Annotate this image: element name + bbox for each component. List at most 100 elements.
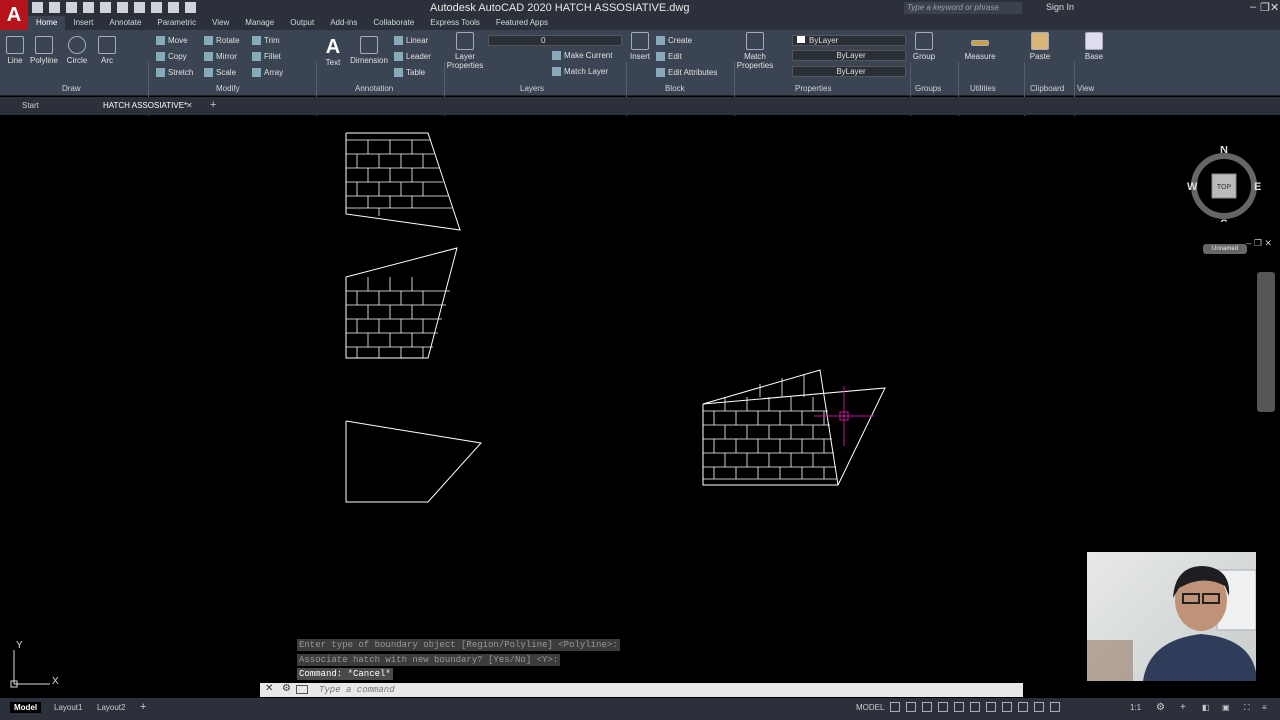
- print-icon[interactable]: [151, 2, 162, 13]
- tab-add-ins[interactable]: Add-ins: [322, 16, 365, 30]
- view-panel-title[interactable]: View: [1077, 84, 1094, 93]
- snap-icon[interactable]: [906, 702, 916, 712]
- copy-button[interactable]: Copy: [156, 52, 187, 62]
- command-input[interactable]: [316, 683, 1006, 697]
- undo-icon[interactable]: [168, 2, 179, 13]
- base-button[interactable]: Base: [1082, 32, 1106, 61]
- stretch-button[interactable]: Stretch: [156, 68, 193, 78]
- annotation-add-icon[interactable]: +: [1176, 701, 1190, 714]
- otrack-icon[interactable]: [970, 702, 980, 712]
- color-dropdown[interactable]: ByLayer: [792, 35, 906, 46]
- utilities-panel-title[interactable]: Utilities: [970, 84, 996, 93]
- rotate-button[interactable]: Rotate: [204, 36, 240, 46]
- viewcube-south[interactable]: S: [1220, 218, 1227, 222]
- ortho-icon[interactable]: [922, 702, 932, 712]
- group-button[interactable]: Group: [912, 32, 936, 61]
- create-block-button[interactable]: Create: [656, 36, 692, 46]
- new-tab-icon[interactable]: +: [210, 99, 216, 111]
- text-button[interactable]: A Text: [322, 36, 344, 67]
- close-tab-icon[interactable]: ✕: [186, 101, 193, 110]
- match-layer-button[interactable]: Match Layer: [552, 67, 608, 77]
- model-space-toggle[interactable]: MODEL: [852, 702, 888, 713]
- annotation-scale-icon[interactable]: [1034, 702, 1044, 712]
- properties-panel-title[interactable]: Properties: [795, 84, 831, 93]
- annotation-scale[interactable]: 1:1: [1126, 702, 1145, 713]
- tab-home[interactable]: Home: [28, 16, 66, 30]
- save-icon[interactable]: [66, 2, 77, 13]
- viewcube-west[interactable]: W: [1187, 181, 1198, 193]
- layer-dropdown[interactable]: 0: [488, 35, 622, 46]
- arc-button[interactable]: Arc: [95, 36, 119, 65]
- isolate-objects-icon[interactable]: ◧: [1198, 702, 1214, 713]
- tab-insert[interactable]: Insert: [65, 16, 101, 30]
- close-icon[interactable]: ✕: [1270, 1, 1279, 14]
- new-icon[interactable]: [32, 2, 43, 13]
- tab-featured-apps[interactable]: Featured Apps: [488, 16, 556, 30]
- clipboard-panel-title[interactable]: Clipboard: [1030, 84, 1064, 93]
- leader-button[interactable]: Leader: [394, 52, 431, 62]
- add-layout-icon[interactable]: +: [136, 700, 150, 714]
- layers-panel-title[interactable]: Layers: [520, 84, 544, 93]
- minimize-icon[interactable]: –: [1250, 1, 1256, 13]
- hardware-acceleration-icon[interactable]: ▣: [1218, 702, 1234, 713]
- customize-icon[interactable]: ⚙: [282, 683, 291, 694]
- recent-commands-icon[interactable]: [296, 685, 308, 694]
- tab-parametric[interactable]: Parametric: [149, 16, 204, 30]
- save-as-icon[interactable]: [83, 2, 94, 13]
- open-icon[interactable]: [49, 2, 60, 13]
- annotation-panel-title[interactable]: Annotation: [355, 84, 393, 93]
- edit-block-button[interactable]: Edit: [656, 52, 682, 62]
- make-current-button[interactable]: Make Current: [552, 51, 612, 61]
- customization-icon[interactable]: ≡: [1258, 702, 1271, 713]
- viewcube[interactable]: TOP N S W E: [1186, 146, 1262, 222]
- workspace-gear-icon[interactable]: ⚙: [1152, 701, 1169, 714]
- tab-view[interactable]: View: [204, 16, 237, 30]
- linetype-dropdown[interactable]: ByLayer: [792, 50, 906, 61]
- close-command-icon[interactable]: ✕: [265, 683, 273, 694]
- search-input[interactable]: Type a keyword or phrase: [904, 2, 1022, 14]
- restore-icon[interactable]: ❐: [1260, 1, 1270, 14]
- tab-collaborate[interactable]: Collaborate: [365, 16, 422, 30]
- table-button[interactable]: Table: [394, 68, 425, 78]
- draw-panel-title[interactable]: Draw: [62, 84, 81, 93]
- autocad-logo-icon[interactable]: A: [0, 0, 28, 30]
- osnap-icon[interactable]: [954, 702, 964, 712]
- viewcube-east[interactable]: E: [1254, 181, 1261, 193]
- line-button[interactable]: Line: [4, 36, 26, 65]
- tab-manage[interactable]: Manage: [237, 16, 282, 30]
- groups-panel-title[interactable]: Groups: [915, 84, 941, 93]
- hatched-shape-2[interactable]: [345, 247, 458, 359]
- layer-properties-button[interactable]: Layer Properties: [446, 32, 484, 70]
- grid-icon[interactable]: [890, 702, 900, 712]
- block-panel-title[interactable]: Block: [665, 84, 685, 93]
- viewcube-north[interactable]: N: [1220, 146, 1228, 156]
- hatched-shape-4[interactable]: [702, 369, 886, 486]
- navigation-bar[interactable]: [1257, 272, 1275, 412]
- linear-button[interactable]: Linear: [394, 36, 428, 46]
- trim-button[interactable]: Trim: [252, 36, 280, 46]
- redo-icon[interactable]: [185, 2, 196, 13]
- insert-button[interactable]: Insert: [628, 32, 652, 61]
- array-button[interactable]: Array: [252, 68, 283, 78]
- tab-layout2[interactable]: Layout2: [93, 702, 129, 713]
- tab-layout1[interactable]: Layout1: [50, 702, 86, 713]
- mirror-button[interactable]: Mirror: [204, 52, 237, 62]
- fillet-button[interactable]: Fillet: [252, 52, 281, 62]
- hatched-shape-1[interactable]: [345, 132, 461, 231]
- lineweight-icon[interactable]: [986, 702, 996, 712]
- clean-screen-icon[interactable]: ⛶: [1240, 702, 1254, 714]
- start-tab[interactable]: Start: [22, 101, 39, 110]
- sign-in-button[interactable]: Sign In: [1046, 2, 1074, 12]
- plot-icon[interactable]: [134, 2, 145, 13]
- move-button[interactable]: Move: [156, 36, 188, 46]
- tab-express-tools[interactable]: Express Tools: [422, 16, 488, 30]
- measure-button[interactable]: Measure: [962, 32, 998, 61]
- web-save-icon[interactable]: [117, 2, 128, 13]
- tab-output[interactable]: Output: [282, 16, 322, 30]
- polar-icon[interactable]: [938, 702, 948, 712]
- polyline-button[interactable]: Polyline: [28, 36, 60, 65]
- circle-button[interactable]: Circle: [64, 36, 90, 65]
- paste-button[interactable]: Paste: [1028, 32, 1052, 61]
- viewport-controls[interactable]: – ❐ ✕: [1246, 238, 1272, 249]
- selection-cycling-icon[interactable]: [1018, 702, 1028, 712]
